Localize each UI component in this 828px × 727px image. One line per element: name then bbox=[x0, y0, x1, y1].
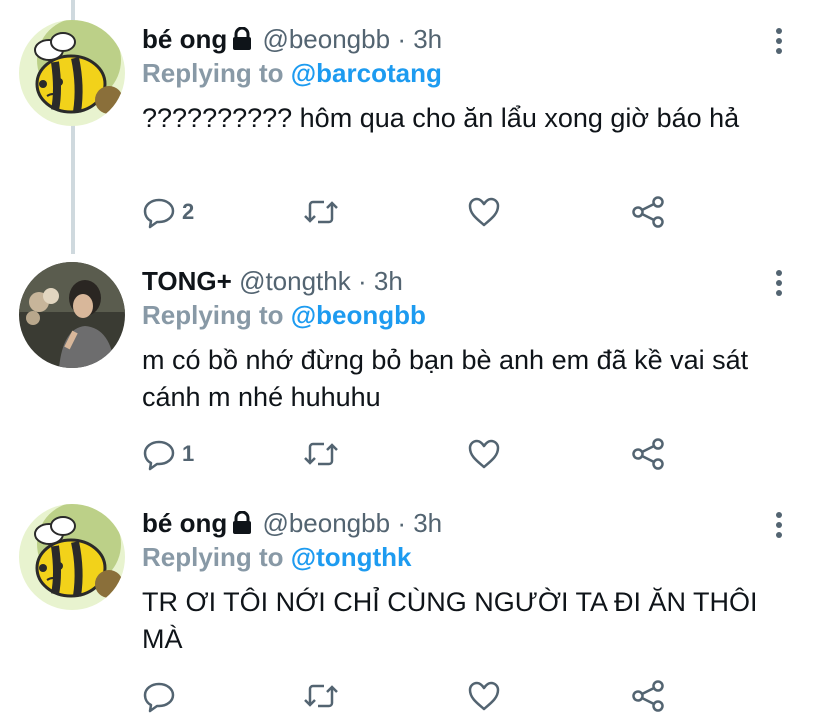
mention-link[interactable]: @tongthk bbox=[291, 542, 412, 572]
heart-icon bbox=[468, 439, 500, 469]
tweet[interactable]: bé ong @beongbb · 3h Replying to @tongth… bbox=[0, 494, 828, 727]
display-name[interactable]: bé ong bbox=[142, 508, 227, 538]
avatar[interactable] bbox=[19, 262, 125, 368]
timestamp[interactable]: 3h bbox=[413, 508, 442, 538]
more-icon[interactable] bbox=[774, 28, 784, 58]
tweet[interactable]: bé ong @beongbb · 3h Replying to @barcot… bbox=[0, 0, 828, 254]
retweet-button[interactable] bbox=[302, 434, 346, 474]
retweet-button[interactable] bbox=[302, 192, 346, 232]
heart-icon bbox=[468, 681, 500, 711]
separator-dot: · bbox=[357, 266, 367, 296]
reply-icon bbox=[143, 682, 175, 713]
avatar[interactable] bbox=[19, 20, 125, 126]
replying-to: Replying to @beongbb bbox=[142, 298, 768, 332]
like-button[interactable] bbox=[467, 434, 507, 474]
share-icon bbox=[632, 196, 664, 228]
heart-icon bbox=[468, 197, 500, 227]
reply-button[interactable]: 2 bbox=[142, 192, 194, 232]
share-icon bbox=[632, 438, 664, 470]
timestamp[interactable]: 3h bbox=[413, 24, 442, 54]
replying-to-label: Replying to bbox=[142, 542, 284, 572]
tweet-text: ?????????? hôm qua cho ăn lẩu xong giờ b… bbox=[142, 103, 740, 133]
share-button[interactable] bbox=[630, 434, 666, 474]
display-name[interactable]: TONG+ bbox=[142, 266, 232, 296]
like-button[interactable] bbox=[467, 192, 507, 232]
replying-to-label: Replying to bbox=[142, 58, 284, 88]
lock-icon bbox=[231, 509, 253, 543]
reply-icon bbox=[143, 198, 175, 229]
retweet-icon bbox=[304, 684, 338, 708]
replying-to: Replying to @barcotang bbox=[142, 56, 768, 90]
tweet[interactable]: TONG+ @tongthk · 3h Replying to @beongbb… bbox=[0, 254, 828, 494]
share-button[interactable] bbox=[630, 676, 666, 716]
more-icon[interactable] bbox=[774, 512, 784, 542]
lock-icon bbox=[231, 25, 253, 59]
reply-button[interactable] bbox=[142, 676, 182, 716]
more-icon[interactable] bbox=[774, 270, 784, 300]
reply-count: 1 bbox=[182, 441, 195, 466]
mention-link[interactable]: @barcotang bbox=[291, 58, 442, 88]
handle[interactable]: @tongthk bbox=[239, 266, 351, 296]
separator-dot: · bbox=[397, 508, 406, 538]
retweet-icon bbox=[304, 200, 338, 224]
retweet-icon bbox=[304, 442, 338, 466]
replying-to-label: Replying to bbox=[142, 300, 284, 330]
handle[interactable]: @beongbb bbox=[262, 508, 390, 538]
timestamp[interactable]: 3h bbox=[374, 266, 403, 296]
reply-count: 2 bbox=[182, 199, 195, 224]
retweet-button[interactable] bbox=[302, 676, 346, 716]
tweet-text: TR ƠI TÔI NỚI CHỈ CÙNG NGƯỜI TA ĐI ĂN TH… bbox=[142, 587, 758, 654]
display-name[interactable]: bé ong bbox=[142, 24, 227, 54]
tweet-text: m có bồ nhớ đừng bỏ bạn bè anh em đã kề … bbox=[142, 345, 749, 412]
like-button[interactable] bbox=[467, 676, 507, 716]
separator-dot: · bbox=[397, 24, 406, 54]
handle[interactable]: @beongbb bbox=[262, 24, 390, 54]
share-icon bbox=[632, 680, 664, 712]
share-button[interactable] bbox=[630, 192, 666, 232]
reply-button[interactable]: 1 bbox=[142, 434, 194, 474]
avatar[interactable] bbox=[19, 504, 125, 610]
replying-to: Replying to @tongthk bbox=[142, 540, 768, 574]
reply-icon bbox=[143, 440, 175, 471]
mention-link[interactable]: @beongbb bbox=[291, 300, 426, 330]
